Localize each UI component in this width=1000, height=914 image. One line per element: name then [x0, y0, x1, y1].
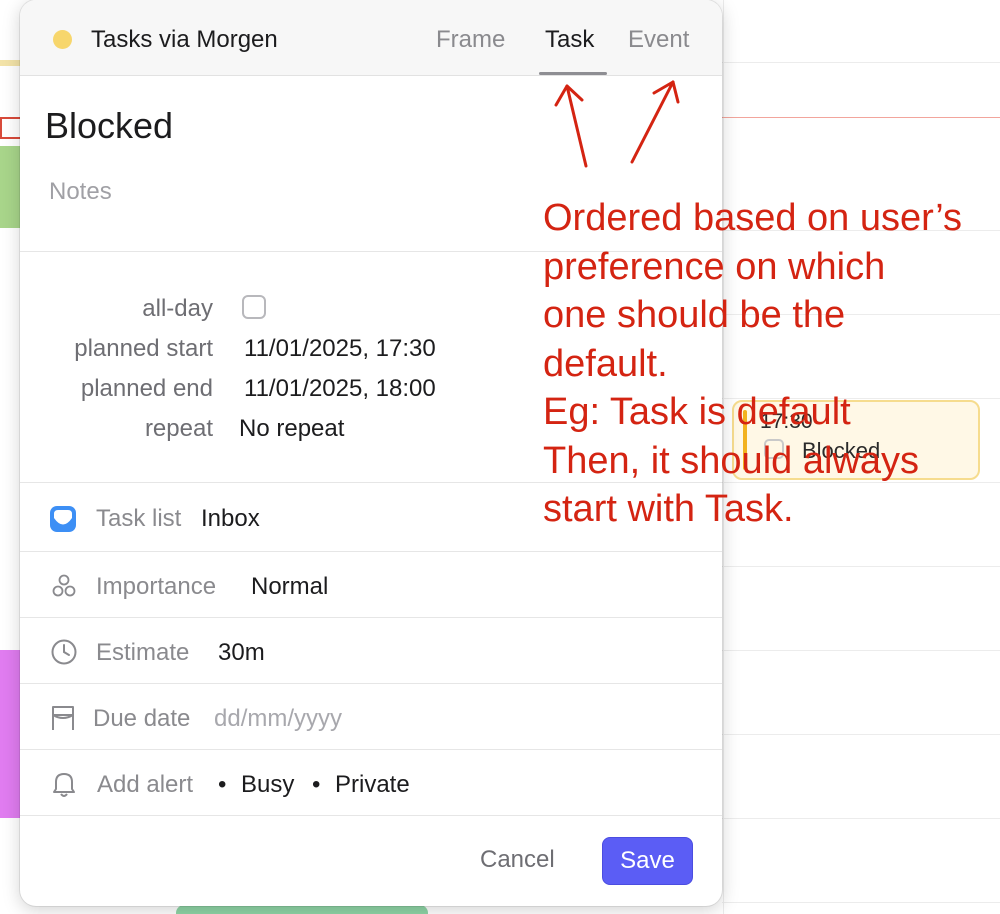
calendar-color-dot [53, 30, 72, 49]
busy-toggle[interactable]: Busy [241, 771, 294, 799]
hour-line [722, 818, 1000, 819]
bell-icon [51, 770, 77, 803]
event-title-input[interactable]: Blocked [45, 105, 173, 147]
planned-end-label: planned end [80, 375, 213, 402]
inbox-icon [49, 505, 77, 538]
private-toggle[interactable]: Private [335, 771, 410, 799]
calendar-event-block[interactable] [0, 146, 22, 228]
annotation-line: preference on which [543, 245, 886, 288]
due-date-label: Due date [93, 705, 191, 732]
tab-event[interactable]: Event [628, 26, 689, 54]
annotation-line: Ordered based on user’s [543, 197, 962, 239]
annotation-line: start with Task. [543, 488, 794, 530]
importance-icon [51, 573, 77, 604]
active-tab-indicator [539, 72, 607, 75]
current-time-line [722, 117, 1000, 118]
estimate-value[interactable]: 30m [218, 639, 265, 667]
add-alert-button[interactable]: Add alert [97, 771, 193, 799]
divider [20, 551, 722, 552]
task-list-label: Task list [96, 505, 182, 532]
calendar-event-block [0, 60, 22, 66]
allday-checkbox[interactable] [242, 295, 266, 319]
calendar-event-block[interactable] [176, 905, 428, 914]
repeat-label: repeat [144, 415, 213, 442]
calendar-name[interactable]: Tasks via Morgen [91, 26, 278, 54]
tab-frame[interactable]: Frame [436, 26, 505, 54]
flag-icon [50, 704, 76, 737]
clock-icon [50, 638, 78, 671]
repeat-value[interactable]: No repeat [239, 415, 344, 443]
calendar-event-block[interactable] [0, 117, 22, 139]
separator-dot: • [312, 771, 321, 798]
planned-start-label: planned start [74, 335, 213, 362]
planned-start-value[interactable]: 11/01/2025, 17:30 [244, 335, 436, 363]
calendar-event-block[interactable] [0, 650, 22, 818]
annotation-line: one should be the [543, 294, 846, 336]
annotation-line: Eg: Task is default [543, 391, 851, 433]
save-button[interactable]: Save [602, 837, 693, 885]
divider [20, 617, 722, 618]
allday-label: all-day [142, 295, 213, 322]
divider [20, 749, 722, 750]
hour-line [722, 566, 1000, 567]
cancel-button[interactable]: Cancel [480, 846, 555, 874]
annotation-text: Ordered based on user’s preference on wh… [543, 194, 962, 534]
task-list-value[interactable]: Inbox [201, 505, 260, 533]
hour-line [722, 902, 1000, 903]
estimate-label: Estimate [96, 639, 190, 666]
notes-input[interactable]: Notes [49, 178, 112, 206]
hour-line [722, 62, 1000, 63]
hour-line [722, 650, 1000, 651]
separator-dot: • [218, 771, 227, 798]
divider [20, 683, 722, 684]
due-date-input[interactable]: dd/mm/yyyy [214, 705, 342, 733]
divider [20, 815, 722, 816]
hour-line [722, 734, 1000, 735]
annotation-line: default. [543, 342, 668, 385]
planned-end-value[interactable]: 11/01/2025, 18:00 [244, 375, 436, 403]
annotation-line: Then, it should always [543, 439, 919, 482]
importance-label: Importance [96, 573, 217, 600]
tab-task[interactable]: Task [545, 26, 594, 54]
importance-value[interactable]: Normal [251, 573, 328, 601]
popover-header: Tasks via Morgen Frame Task Event [20, 0, 722, 76]
